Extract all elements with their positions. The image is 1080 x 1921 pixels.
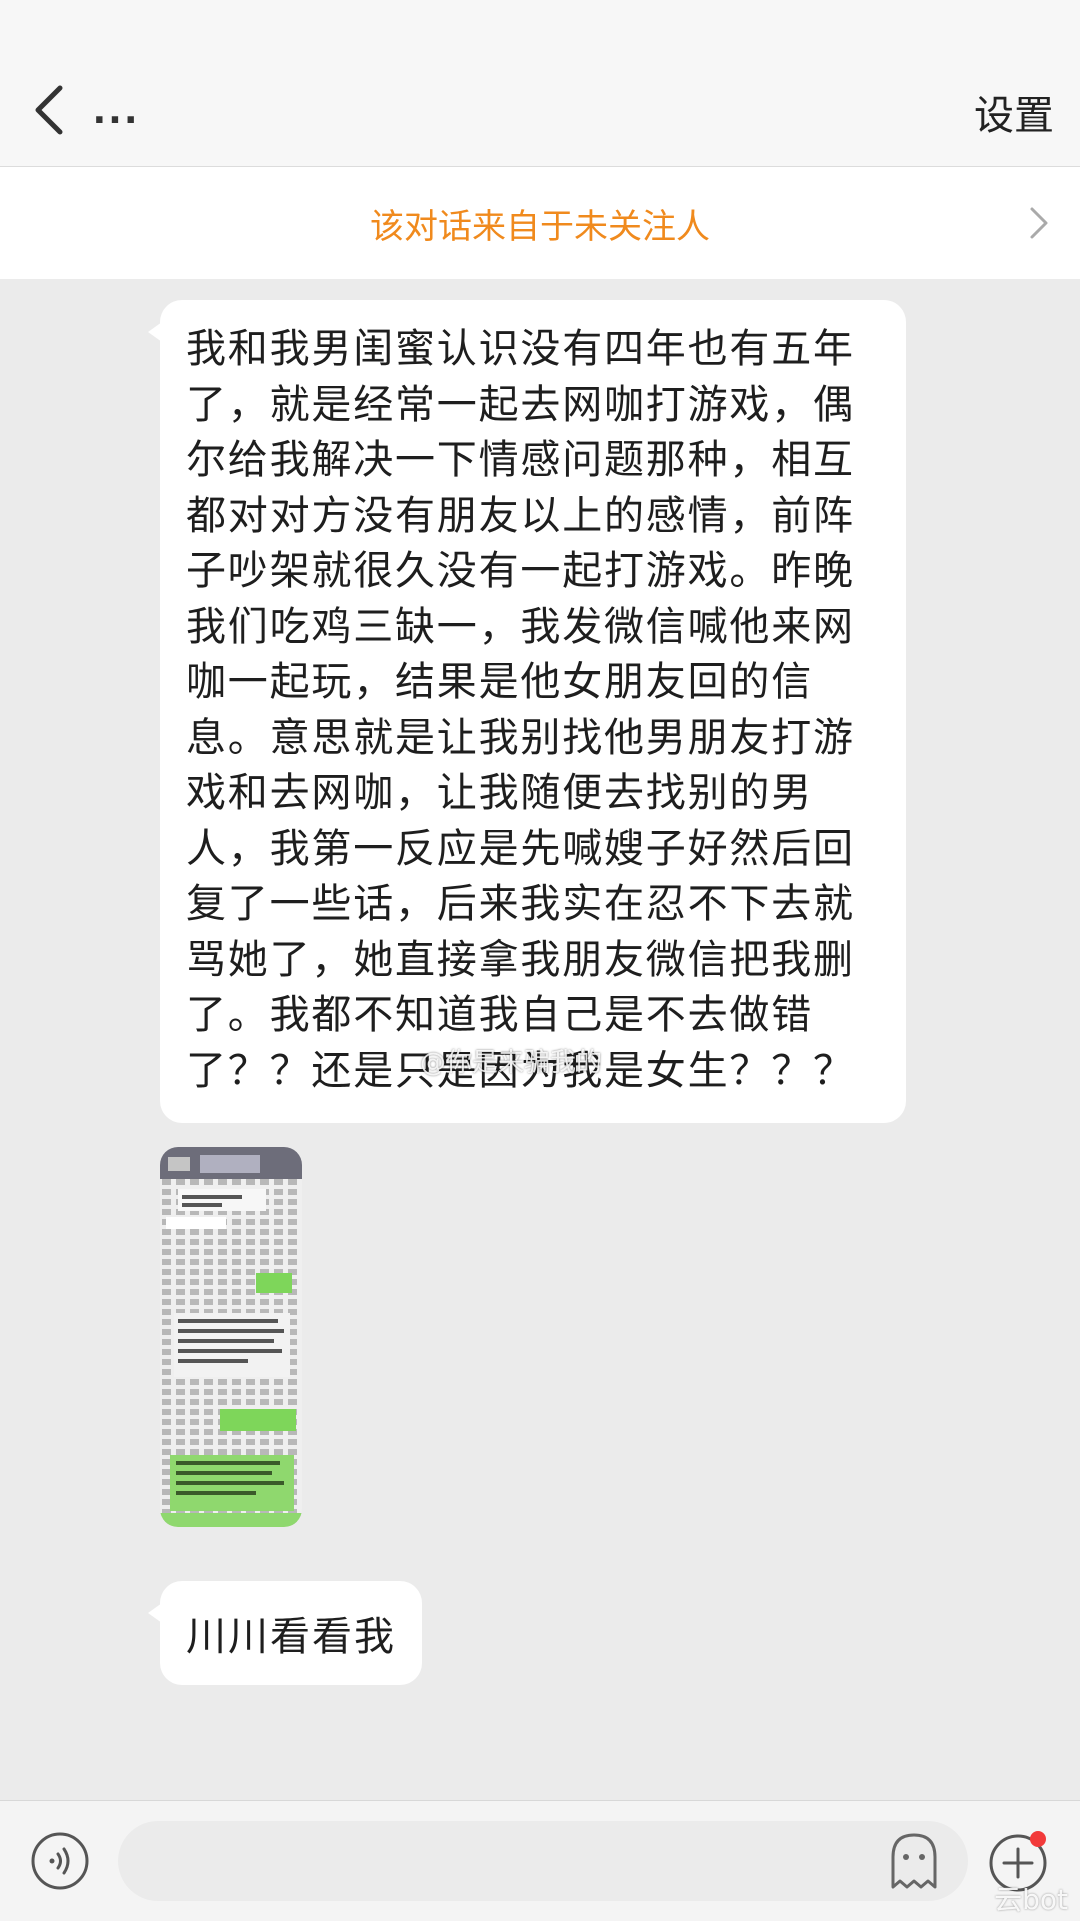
message-line: 骂她了，她直接拿我朋友微信把我删 xyxy=(186,936,855,983)
back-button[interactable] xyxy=(20,70,80,150)
message-line: 子吵架就很久没有一起打游戏。昨晚 xyxy=(186,548,855,594)
more-options-button[interactable]: ... xyxy=(88,76,144,146)
message-line: 我们吃鸡三缺一，我发微信喊他来网 xyxy=(186,603,855,650)
message-line: 了，就是经常一起去网咖打游戏，偶 xyxy=(186,381,855,428)
message-line: 人，我第一反应是先喊嫂子好然后回 xyxy=(186,825,855,872)
notice-text: 该对话来自于未关注人 xyxy=(370,206,710,247)
voice-icon xyxy=(31,1832,89,1890)
plus-icon xyxy=(989,1831,1047,1892)
settings-button[interactable]: 设置 xyxy=(974,80,1054,144)
message-line: 咖一起玩，结果是他女朋友回的信 xyxy=(186,659,813,705)
message-line: 我和我男闺蜜认识没有四年也有五年 xyxy=(186,326,855,372)
unfollowed-notice-bar[interactable]: 该对话来自于未关注人 xyxy=(0,167,1080,279)
message-line: 息。意思就是让我别找他男朋友打游 xyxy=(186,714,855,761)
message-line: 了。我都不知道我自己是不去做错 xyxy=(186,992,813,1038)
emoji-button[interactable] xyxy=(885,1829,943,1893)
message-line: 复了一些话，后来我实在忍不下去就 xyxy=(186,881,855,927)
chat-screenshot-thumbnail[interactable] xyxy=(160,1147,302,1527)
message-line: 了？？还是只是因为我是女生？？？ xyxy=(186,1047,855,1094)
message-bubble[interactable]: 我和我男闺蜜认识没有四年也有五年 了，就是经常一起去网咖打游戏，偶 尔给我解决一… xyxy=(148,300,906,1123)
message-text: 川川看看我 xyxy=(186,1614,396,1660)
message-line: 戏和去网咖，让我随便去找别的男 xyxy=(186,770,813,816)
ghost-emoji-icon xyxy=(891,1833,937,1889)
message-line: 尔给我解决一下情感问题那种，相互 xyxy=(186,437,855,483)
chevron-left-icon xyxy=(35,85,63,135)
input-bar xyxy=(0,1800,1080,1921)
chat-area: 我和我男闺蜜认识没有四年也有五年 了，就是经常一起去网咖打游戏，偶 尔给我解决一… xyxy=(0,279,1080,1799)
notification-dot xyxy=(1030,1831,1046,1847)
chevron-right-icon xyxy=(1030,207,1048,239)
top-nav-bar: ... 设置 xyxy=(0,0,1080,167)
message-line: 都对对方没有朋友以上的感情，前阵 xyxy=(186,492,855,539)
screenshot-preview-image xyxy=(160,1147,302,1527)
message-bubble[interactable]: 川川看看我 xyxy=(148,1581,422,1685)
voice-input-button[interactable] xyxy=(30,1831,90,1891)
message-input[interactable] xyxy=(118,1821,968,1901)
more-actions-button[interactable] xyxy=(986,1829,1050,1893)
